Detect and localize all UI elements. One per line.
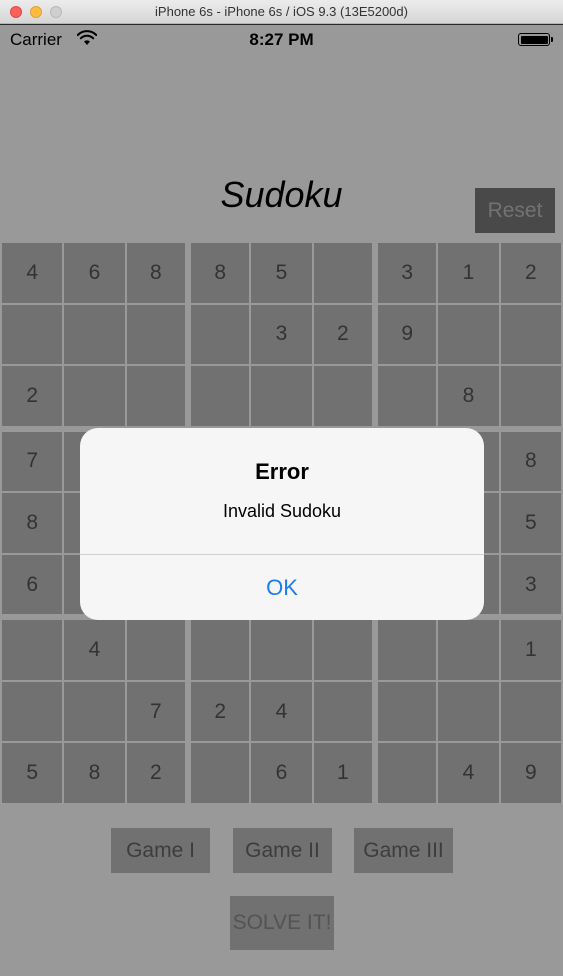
phone-screen: Carrier 8:27 PM Sudoku Reset 46885312329…: [0, 25, 563, 976]
error-alert: Error Invalid Sudoku OK: [80, 428, 484, 620]
alert-message: Invalid Sudoku: [222, 501, 342, 521]
window-title: iPhone 6s - iPhone 6s / iOS 9.3 (13E5200…: [155, 4, 408, 19]
simulator-title-bar: iPhone 6s - iPhone 6s / iOS 9.3 (13E5200…: [0, 0, 563, 24]
alert-title: Error: [255, 459, 309, 484]
alert-ok-button[interactable]: OK: [80, 555, 484, 620]
